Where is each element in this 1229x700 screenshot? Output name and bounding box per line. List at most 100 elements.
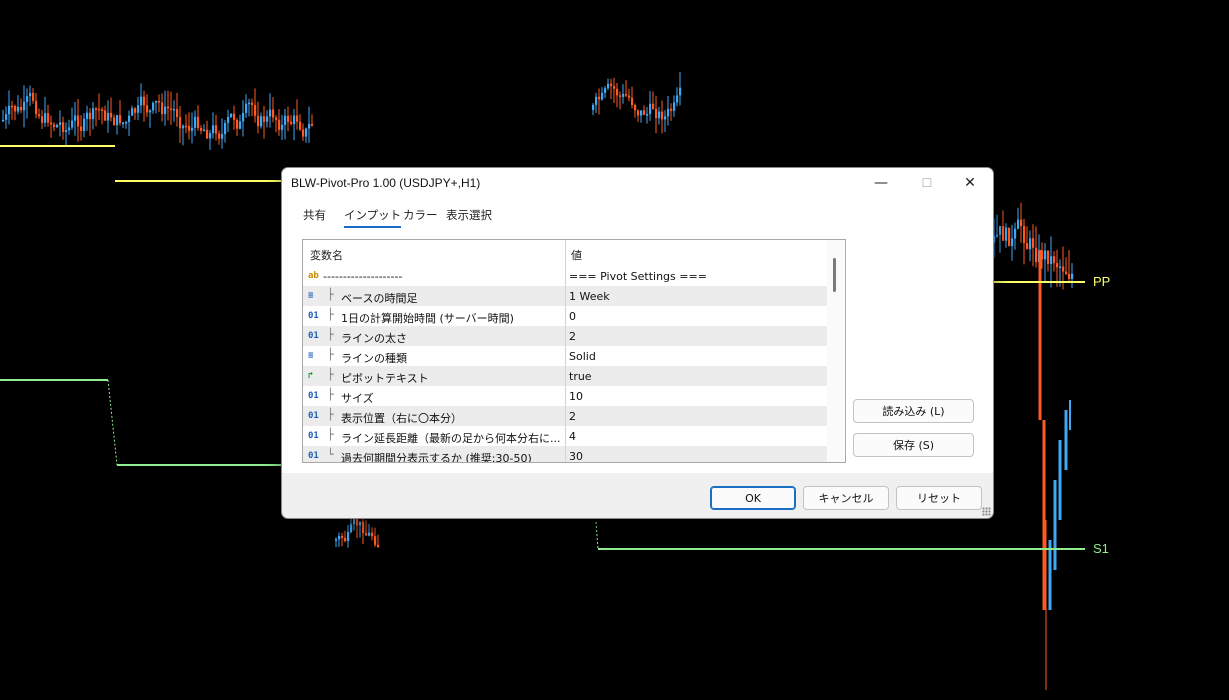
candle-body xyxy=(601,92,604,100)
candle-body xyxy=(74,115,77,121)
candle-body xyxy=(335,539,338,541)
candle-body xyxy=(56,125,59,128)
candle-body xyxy=(236,119,239,129)
candle-body xyxy=(254,105,257,116)
cancel-button[interactable]: キャンセル xyxy=(803,486,889,510)
candle-body xyxy=(269,109,272,117)
candle-body xyxy=(658,111,661,119)
save-button[interactable]: 保存 (S) xyxy=(853,433,974,457)
candle-body xyxy=(158,100,161,103)
candle-body xyxy=(371,532,374,537)
candle-body xyxy=(646,114,649,116)
minimize-button[interactable]: — xyxy=(858,168,904,198)
variable-name: ラインの種類 xyxy=(341,352,407,365)
candle-body xyxy=(86,112,89,119)
variable-value[interactable]: 2 xyxy=(569,330,576,343)
bool-type-icon: ↱ xyxy=(308,371,314,381)
pivot-level-label: PP xyxy=(1093,274,1111,289)
enum-type-icon: ≡ xyxy=(308,291,314,301)
candle-body xyxy=(356,519,359,526)
candle-body xyxy=(26,96,29,102)
candle-body xyxy=(607,83,610,89)
candle-body xyxy=(227,116,230,123)
candle-body xyxy=(125,121,128,124)
candle-body xyxy=(20,106,23,111)
column-header-name[interactable]: 変数名 xyxy=(310,247,343,263)
variable-name: ライン延長距離（最新の足から何本分右に... xyxy=(341,432,561,445)
maximize-button[interactable]: ☐ xyxy=(904,168,950,198)
candle-body xyxy=(296,115,299,122)
load-button[interactable]: 読み込み (L) xyxy=(853,399,974,423)
candle-body xyxy=(1065,271,1068,274)
candle-body xyxy=(1062,266,1065,272)
candle-body xyxy=(640,110,643,116)
candle-body xyxy=(287,115,290,122)
candle-body xyxy=(341,535,344,538)
candle-body xyxy=(598,96,601,100)
reset-button[interactable]: リセット xyxy=(896,486,982,510)
candle-body xyxy=(110,112,113,118)
candle-body xyxy=(670,108,673,111)
candle-body xyxy=(616,88,619,96)
candle-body xyxy=(233,113,236,120)
candle-body xyxy=(194,116,197,128)
candle-body xyxy=(188,126,191,131)
candle-body xyxy=(107,112,110,121)
scrollbar-thumb[interactable] xyxy=(833,258,836,292)
candle-body xyxy=(1017,219,1020,229)
column-divider[interactable] xyxy=(565,240,566,462)
variable-value[interactable]: Solid xyxy=(569,350,596,363)
candle-body xyxy=(98,108,101,111)
candle-body xyxy=(673,102,676,111)
integer-type-icon: 01 xyxy=(308,391,319,401)
variable-value[interactable]: 2 xyxy=(569,410,576,423)
candle-body xyxy=(664,116,667,120)
resize-grip-icon[interactable] xyxy=(982,507,991,516)
tab-common[interactable]: 共有 xyxy=(303,207,326,223)
dialog-title: BLW-Pivot-Pro 1.00 (USDJPY+,H1) xyxy=(291,176,481,190)
variable-value[interactable]: 4 xyxy=(569,430,576,443)
candle-body xyxy=(359,521,362,526)
variable-value[interactable]: true xyxy=(569,370,592,383)
indicator-properties-dialog: BLW-Pivot-Pro 1.00 (USDJPY+,H1) — ☐ ✕ 共有… xyxy=(281,167,994,519)
title-bar[interactable]: BLW-Pivot-Pro 1.00 (USDJPY+,H1) — ☐ ✕ xyxy=(282,168,993,198)
tab-colors[interactable]: カラー xyxy=(403,207,438,223)
candle-body xyxy=(71,120,74,128)
table-scrollbar[interactable] xyxy=(827,240,844,462)
candle-body xyxy=(44,113,47,123)
close-button[interactable]: ✕ xyxy=(947,168,993,198)
candle-body xyxy=(80,126,83,131)
variable-value[interactable]: === Pivot Settings === xyxy=(569,270,707,283)
candle-body xyxy=(260,116,263,127)
candle-body xyxy=(161,102,164,115)
tab-content: 変数名 値 ab -------------------- === Pivot Se… xyxy=(282,228,993,473)
candle-body xyxy=(41,116,44,123)
variable-value[interactable]: 1 Week xyxy=(569,290,610,303)
tree-connector: ├ xyxy=(327,308,334,321)
candle-body xyxy=(35,100,38,115)
candle-body xyxy=(622,93,625,97)
candle-body xyxy=(1053,256,1056,264)
candle-body xyxy=(209,133,212,139)
integer-type-icon: 01 xyxy=(308,331,319,341)
candle-body xyxy=(305,128,308,137)
tab-visualization[interactable]: 表示選択 xyxy=(446,207,492,223)
candle-body xyxy=(149,110,152,113)
candle-body xyxy=(164,106,167,115)
candle-body xyxy=(1029,238,1032,250)
candle-body xyxy=(613,85,616,89)
candle-body xyxy=(152,102,155,111)
variable-value[interactable]: 30 xyxy=(569,450,583,462)
candle-body xyxy=(197,116,200,129)
tab-inputs[interactable]: インプット xyxy=(344,207,402,228)
candle-body xyxy=(302,129,305,137)
candle-body xyxy=(218,133,221,139)
ok-button[interactable]: OK xyxy=(710,486,796,510)
column-header-value[interactable]: 値 xyxy=(571,247,582,263)
candle-body xyxy=(1059,266,1062,269)
candle-body xyxy=(338,535,341,540)
variable-value[interactable]: 10 xyxy=(569,390,583,403)
candle-body xyxy=(50,122,53,125)
variable-value[interactable]: 0 xyxy=(569,310,576,323)
variable-name: 表示位置（右に〇本分） xyxy=(341,412,462,425)
